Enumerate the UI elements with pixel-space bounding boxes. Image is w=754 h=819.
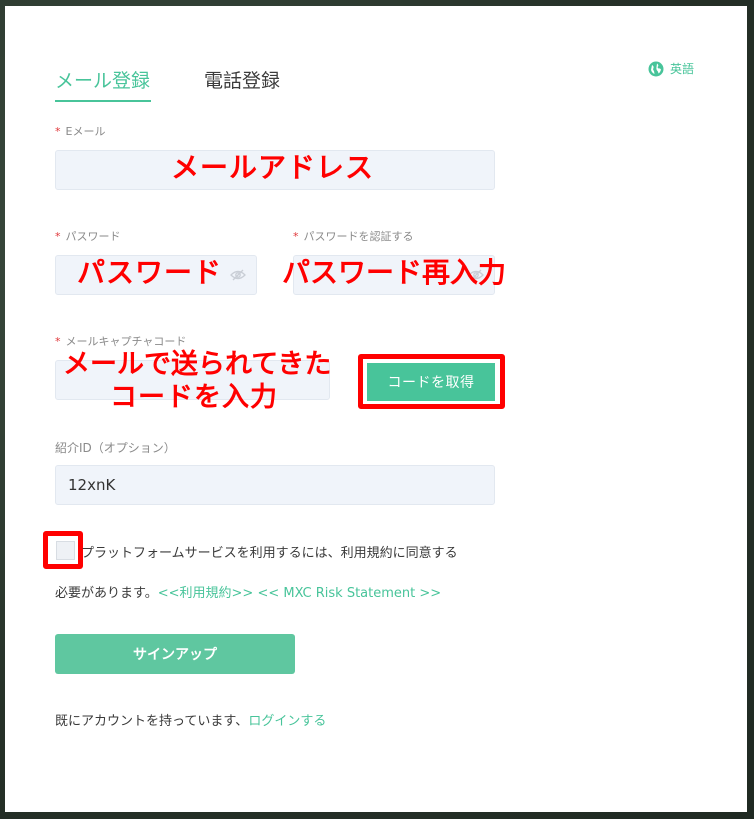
password-label: * パスワード	[55, 230, 121, 243]
language-label: 英語	[670, 62, 695, 76]
eye-hidden-icon[interactable]	[230, 268, 246, 282]
annotation-captcha-line2: コードを入力	[110, 382, 278, 413]
referral-label: 紹介ID（オプション）	[55, 441, 176, 455]
terms-link[interactable]: <<利用規約>>	[158, 586, 254, 601]
password-confirm-label: * パスワードを認証する	[293, 230, 414, 243]
language-switch[interactable]: 英語	[648, 60, 694, 77]
terms-line-2: 必要があります。<<利用規約>> << MXC Risk Statement >…	[55, 586, 442, 601]
signup-card: メール登録 電話登録 英語 * Eメール * パスワード * パスワードを認証する *…	[5, 6, 747, 812]
risk-statement-link[interactable]: << MXC Risk Statement >>	[257, 586, 441, 601]
login-row: 既にアカウントを持っています、ログインする	[55, 714, 327, 729]
highlight-box	[43, 531, 83, 569]
captcha-label: * メールキャプチャコード	[55, 335, 187, 348]
globe-icon	[648, 61, 664, 76]
annotation-email: メールアドレス	[171, 151, 375, 184]
signup-button[interactable]: サインアップ	[55, 634, 295, 674]
highlight-box	[358, 354, 505, 409]
annotation-password: パスワード	[77, 256, 223, 289]
referral-input[interactable]: 12xnK	[55, 465, 495, 505]
annotation-password-confirm: パスワード再入力	[282, 256, 507, 289]
terms-line-1: プラットフォームサービスを利用するには、利用規約に同意する	[81, 546, 458, 561]
email-label: * Eメール	[55, 125, 106, 138]
login-link[interactable]: ログインする	[248, 714, 326, 729]
tab-email-register[interactable]: メール登録	[55, 66, 152, 102]
tab-phone-register[interactable]: 電話登録	[204, 66, 280, 96]
annotation-captcha-line1: メールで送られてきた	[63, 349, 332, 380]
